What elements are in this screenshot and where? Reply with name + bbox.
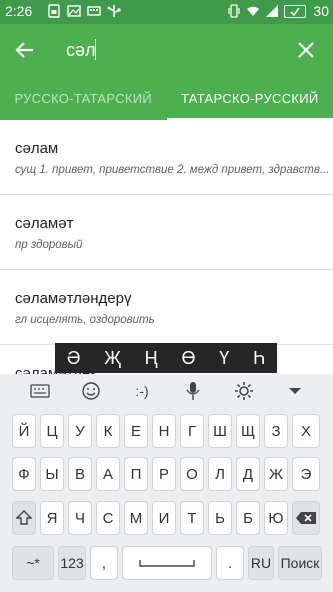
key[interactable]: Й [12, 414, 36, 448]
key[interactable]: Ю [264, 501, 288, 535]
result-definition: гл исцелять, оздоровить [15, 314, 155, 326]
period-key[interactable]: . [216, 546, 244, 580]
key[interactable]: Ч [68, 501, 92, 535]
comma-key[interactable]: , [90, 546, 118, 580]
usb-icon [87, 6, 101, 16]
key[interactable]: Ь [208, 501, 232, 535]
key[interactable]: Ы [40, 457, 64, 491]
key[interactable]: Я [40, 501, 64, 535]
key[interactable]: И [152, 501, 176, 535]
numbers-key[interactable]: 123 [58, 546, 86, 580]
direction-tabs: РУССКО-ТАТАРСКИЙ ТАТАРСКО-РУССКИЙ [0, 76, 333, 120]
key[interactable]: З [264, 414, 288, 448]
key[interactable]: М [124, 501, 148, 535]
list-item[interactable]: сәламәт пр здоровый [0, 195, 333, 270]
search-toolbar [0, 24, 333, 76]
list-item[interactable]: сәламәтләндерү гл исцелять, оздоровить [0, 270, 333, 345]
vibrate-icon [228, 4, 241, 18]
key[interactable]: О [180, 457, 204, 491]
settings-icon[interactable] [231, 380, 257, 402]
special-char-key[interactable]: Ө [181, 348, 195, 369]
status-system-icons: 30 [227, 3, 329, 19]
key[interactable]: Ф [12, 457, 36, 491]
key[interactable]: Ц [40, 414, 64, 448]
language-key[interactable]: RU [248, 546, 274, 580]
back-arrow-icon[interactable] [12, 37, 38, 63]
key[interactable]: П [124, 457, 148, 491]
key[interactable]: У [68, 414, 92, 448]
backspace-key[interactable] [292, 501, 320, 535]
emoticon-icon[interactable]: :-) [129, 380, 155, 402]
special-char-key[interactable]: Һ [253, 348, 265, 369]
battery-icon [284, 5, 307, 18]
backspace-icon [296, 512, 316, 524]
text-cursor [95, 39, 96, 60]
key[interactable]: Е [124, 414, 148, 448]
result-definition: сущ 1. привет, приветствие 2. межд приве… [15, 164, 330, 176]
key[interactable]: В [68, 457, 92, 491]
key[interactable]: К [96, 414, 120, 448]
collapse-icon[interactable] [282, 380, 308, 402]
wifi-icon [247, 6, 260, 16]
space-key[interactable] [122, 546, 212, 580]
key[interactable]: Б [236, 501, 260, 535]
shift-icon [16, 510, 32, 525]
mic-icon[interactable] [180, 380, 206, 402]
search-input[interactable] [66, 38, 276, 62]
key[interactable]: С [96, 501, 120, 535]
result-definition: пр здоровый [15, 239, 83, 251]
key[interactable]: Г [180, 414, 204, 448]
emoji-icon[interactable] [78, 380, 104, 402]
battery-level: 30 [313, 3, 329, 19]
on-screen-keyboard: :-) Й Ц У К Е Н Г Ш Щ З Х Ф Ы В А П Р О … [0, 374, 333, 592]
space-icon [139, 560, 195, 567]
special-char-key[interactable]: Ә [67, 348, 81, 369]
key[interactable]: Т [180, 501, 204, 535]
special-char-key[interactable]: Ң [145, 348, 158, 369]
gallery-icon [67, 5, 81, 17]
key[interactable]: А [96, 457, 120, 491]
close-icon[interactable] [293, 37, 319, 63]
results-list: сәлам сущ 1. привет, приветствие 2. межд… [0, 120, 333, 374]
status-notification-icons [47, 4, 121, 18]
special-chars-bar: Ә Җ Ң Ө Ү Һ [55, 343, 277, 373]
tab-tatar-russian[interactable]: ТАТАРСКО-РУССКИЙ [166, 76, 333, 120]
key[interactable]: Ш [208, 414, 232, 448]
special-char-key[interactable]: Җ [104, 348, 121, 369]
usb-debug-icon [107, 5, 121, 17]
keyboard-toolbar: :-) [0, 374, 333, 410]
tab-russian-tatar[interactable]: РУССКО-ТАТАРСКИЙ [0, 76, 167, 120]
result-word: сәлам [15, 140, 59, 157]
special-char-key[interactable]: Ү [219, 348, 229, 369]
key[interactable]: Д [236, 457, 260, 491]
result-word: сәламәт [15, 215, 74, 232]
search-key[interactable]: Поиск [278, 546, 322, 580]
result-word: сәламәтләндерү [15, 290, 132, 307]
keyboard-icon[interactable] [27, 380, 53, 402]
list-item[interactable]: сәлам сущ 1. привет, приветствие 2. межд… [0, 120, 333, 195]
key[interactable]: Щ [236, 414, 260, 448]
signal-icon [266, 5, 279, 17]
status-time: 2:26 [5, 3, 33, 19]
key[interactable]: Ж [264, 457, 288, 491]
key[interactable]: Х [292, 414, 320, 448]
key[interactable]: Р [152, 457, 176, 491]
key[interactable]: Н [152, 414, 176, 448]
symbols-key[interactable]: ~* [12, 546, 54, 580]
shift-key[interactable] [12, 501, 36, 535]
key[interactable]: Л [208, 457, 232, 491]
sim-icon [48, 4, 60, 18]
key[interactable]: Э [292, 457, 320, 491]
status-bar: 2:26 30 [0, 0, 333, 24]
